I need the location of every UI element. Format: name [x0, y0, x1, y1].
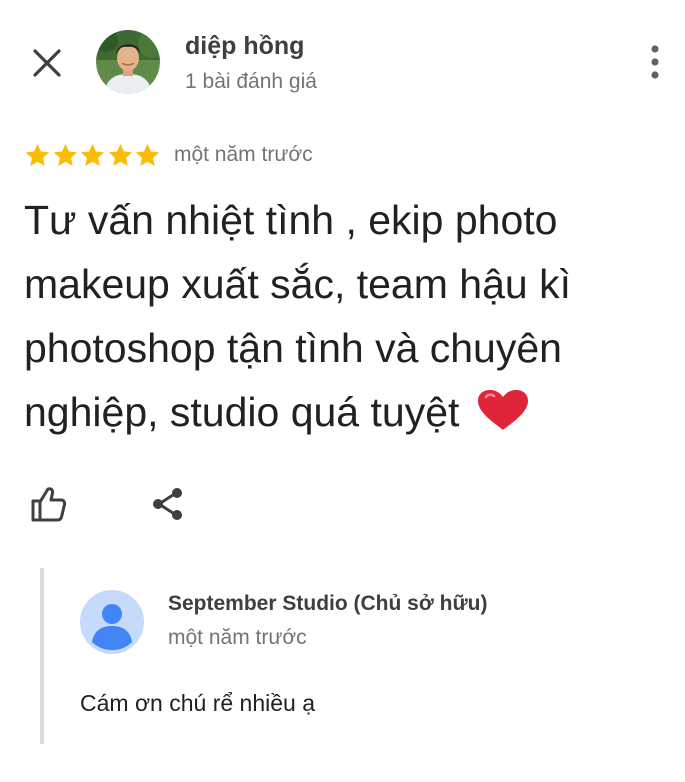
star-icon	[136, 143, 160, 166]
owner-reply-date: một năm trước	[168, 626, 307, 649]
reviewer-avatar[interactable]	[96, 30, 160, 94]
owner-avatar	[80, 590, 144, 654]
review-text: Tư vấn nhiệt tình , ekip photo makeup xu…	[24, 188, 664, 444]
heart-emoji	[477, 390, 528, 430]
more-options-button[interactable]	[640, 42, 670, 82]
like-button[interactable]	[26, 482, 70, 526]
default-avatar-icon	[80, 590, 144, 654]
thumbs-up-icon	[31, 487, 67, 522]
review-date: một năm trước	[173, 143, 313, 166]
star-icon	[108, 143, 132, 166]
user-photo	[96, 30, 160, 94]
close-button[interactable]	[24, 40, 70, 86]
owner-name: September Studio (Chủ sở hữu)	[168, 592, 488, 615]
star-icon	[81, 143, 105, 166]
star-icon	[25, 143, 50, 166]
more-vertical-icon	[651, 45, 659, 79]
reviewer-name[interactable]: diệp hồng	[185, 32, 304, 61]
owner-reply-text: Cám ơn chú rể nhiều ạ	[80, 690, 315, 716]
share-icon	[153, 488, 182, 520]
star-rating	[24, 142, 162, 169]
star-icon	[53, 143, 77, 166]
close-icon	[33, 49, 61, 77]
share-button[interactable]	[146, 482, 190, 526]
reviewer-review-count: 1 bài đánh giá	[185, 70, 317, 93]
rating-row: một năm trước	[24, 140, 313, 170]
owner-reply: September Studio (Chủ sở hữu) một năm tr…	[40, 568, 664, 744]
